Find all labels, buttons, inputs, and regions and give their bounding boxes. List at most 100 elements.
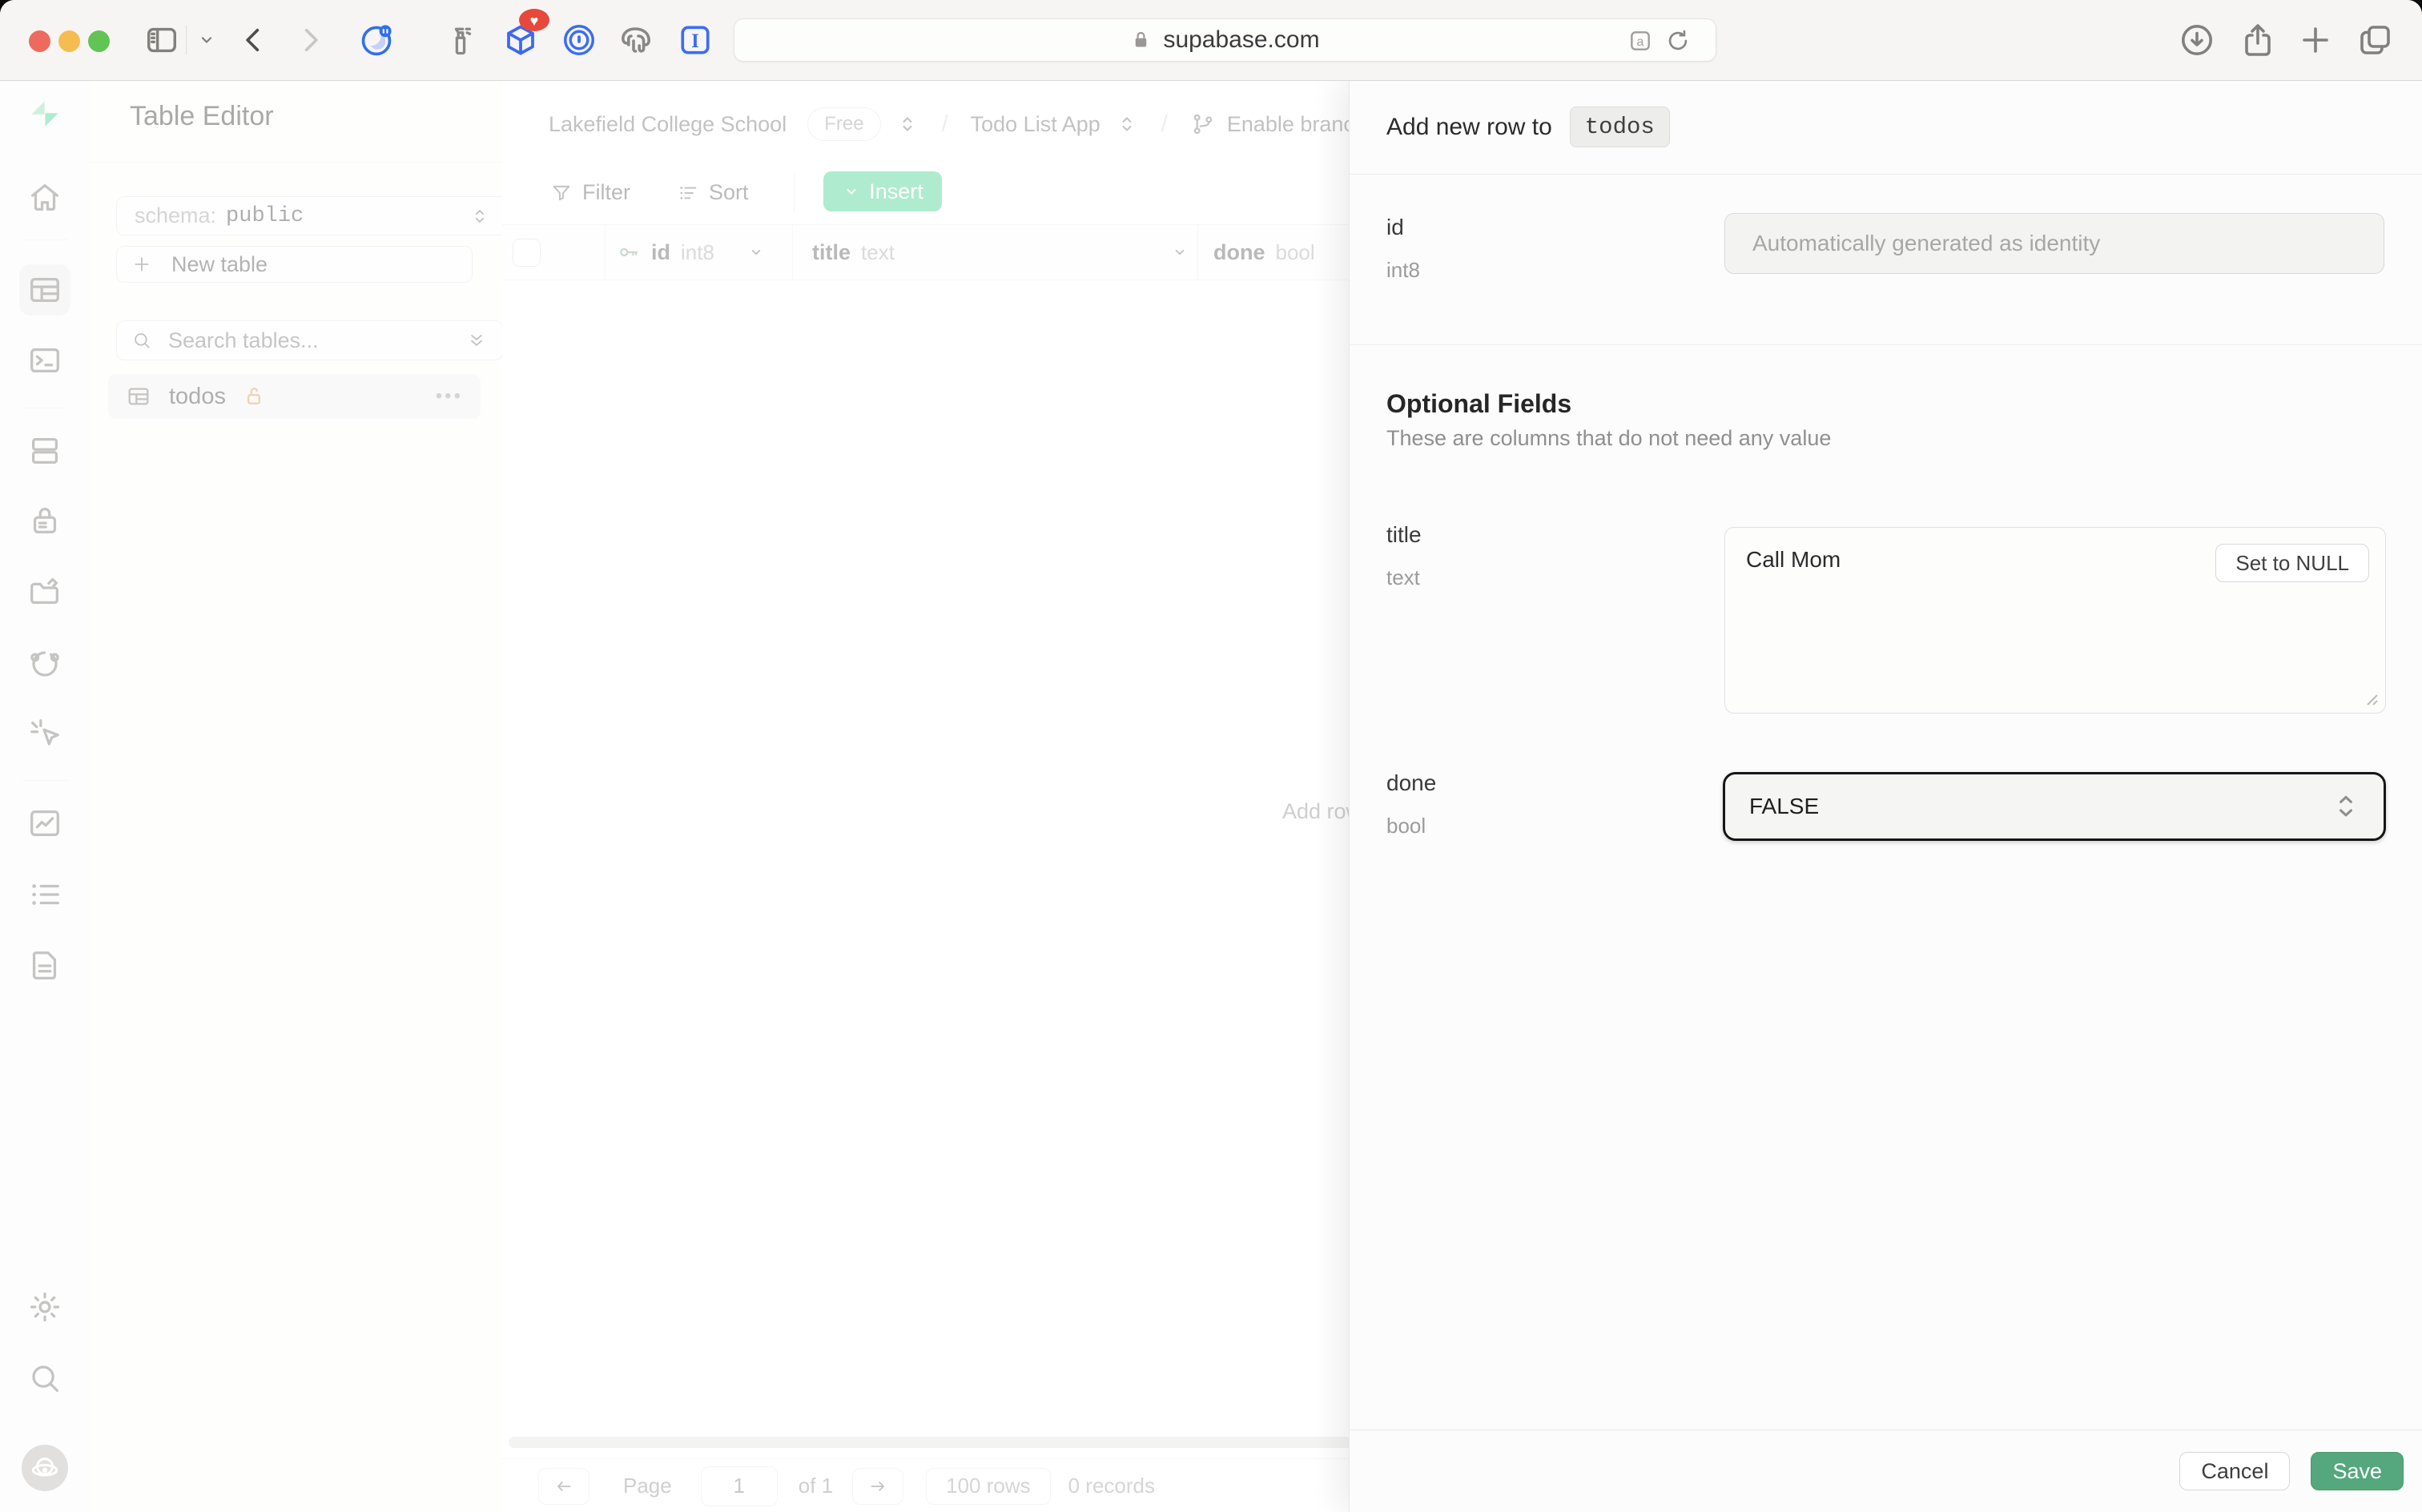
toolbar-divider bbox=[794, 173, 795, 211]
insert-label: Insert bbox=[869, 179, 923, 204]
chevrons-up-down-icon bbox=[469, 205, 491, 227]
drawer-section-divider bbox=[1350, 344, 2422, 345]
share-icon[interactable] bbox=[2239, 0, 2277, 80]
table-item-menu[interactable]: ••• bbox=[436, 385, 463, 408]
horizontal-scrollbar[interactable] bbox=[509, 1437, 1352, 1448]
drawer-footer: Cancel Save bbox=[1350, 1430, 2422, 1512]
plan-badge: Free bbox=[807, 107, 880, 141]
sidebar-toggle-icon[interactable] bbox=[143, 0, 180, 80]
instapaper-extension-icon[interactable]: I bbox=[677, 0, 714, 80]
title-textarea-wrap: Call Mom Set to NULL bbox=[1724, 527, 2386, 714]
table-editor-sidebar: Table Editor schema: public New table to… bbox=[90, 80, 503, 1512]
filter-button[interactable]: Filter bbox=[550, 180, 630, 205]
column-border bbox=[792, 225, 793, 279]
rows-per-page-button[interactable]: 100 rows bbox=[926, 1468, 1051, 1505]
address-bar[interactable]: supabase.com a bbox=[734, 18, 1716, 62]
nav-rail bbox=[0, 80, 91, 1512]
tab-overview-icon[interactable] bbox=[2356, 0, 2394, 80]
svg-text:a: a bbox=[1637, 35, 1644, 49]
zoom-window-button[interactable] bbox=[88, 30, 110, 52]
drawer-table-chip: todos bbox=[1570, 107, 1670, 147]
sidebar-item-storage[interactable] bbox=[26, 573, 64, 611]
sort-label: Sort bbox=[709, 180, 749, 205]
rail-divider bbox=[22, 239, 67, 240]
sort-button[interactable]: Sort bbox=[677, 180, 749, 205]
field-type-id: int8 bbox=[1386, 258, 1420, 283]
cancel-button[interactable]: Cancel bbox=[2179, 1452, 2290, 1490]
downloads-icon[interactable] bbox=[2178, 0, 2216, 80]
enable-branch-button[interactable]: Enable branch bbox=[1227, 112, 1366, 137]
breadcrumb-org[interactable]: Lakefield College School bbox=[549, 112, 787, 137]
cleaner-extension-icon[interactable] bbox=[443, 0, 478, 80]
package-heart-extension-icon[interactable]: ♥ bbox=[501, 0, 541, 80]
column-header-title[interactable]: title text bbox=[812, 225, 1190, 279]
field-type-title: text bbox=[1386, 565, 1420, 590]
sidebar-item-database[interactable] bbox=[26, 432, 64, 470]
sidebar-item-sql-editor[interactable] bbox=[26, 341, 64, 380]
resize-handle-icon[interactable] bbox=[2361, 689, 2379, 706]
table-name: todos bbox=[169, 384, 226, 410]
add-row-drawer: Add new row to todos id int8 Optional Fi… bbox=[1349, 80, 2422, 1512]
optional-fields-heading: Optional Fields bbox=[1386, 389, 1571, 419]
moon-pause-extension-icon[interactable] bbox=[358, 0, 395, 80]
sidebar-item-api-docs[interactable] bbox=[26, 947, 64, 985]
sidebar-item-logs[interactable] bbox=[26, 875, 64, 914]
id-input[interactable] bbox=[1724, 213, 2384, 274]
column-header-done[interactable]: done bool bbox=[1213, 225, 1315, 279]
tab-group-chevron-icon[interactable] bbox=[195, 0, 219, 80]
minimize-window-button[interactable] bbox=[58, 30, 80, 52]
settings-gear-icon[interactable] bbox=[26, 1288, 64, 1326]
new-tab-icon[interactable] bbox=[2296, 0, 2335, 80]
drawer-title: Add new row to bbox=[1386, 114, 1552, 141]
elephant-extension-icon[interactable] bbox=[618, 0, 657, 80]
sidebar-item-home[interactable] bbox=[26, 179, 64, 217]
field-label-id: id bbox=[1386, 215, 1404, 240]
next-page-button[interactable] bbox=[852, 1468, 903, 1505]
search-tables-box[interactable] bbox=[116, 320, 503, 360]
table-list-item-todos[interactable]: todos ••• bbox=[108, 374, 481, 419]
sidebar-item-realtime[interactable] bbox=[26, 714, 64, 753]
page-label: Page bbox=[623, 1474, 672, 1498]
done-select[interactable]: FALSE bbox=[1723, 772, 2386, 841]
select-all-checkbox[interactable] bbox=[513, 239, 541, 267]
prev-page-button[interactable] bbox=[538, 1468, 589, 1505]
save-button[interactable]: Save bbox=[2311, 1452, 2404, 1490]
filter-label: Filter bbox=[582, 180, 630, 205]
close-window-button[interactable] bbox=[29, 30, 50, 52]
table-icon bbox=[126, 384, 151, 409]
sidebar-item-table-editor[interactable] bbox=[19, 264, 70, 316]
filter-icon bbox=[550, 182, 573, 204]
set-to-null-button[interactable]: Set to NULL bbox=[2215, 544, 2369, 582]
chevron-down-icon[interactable] bbox=[746, 242, 766, 263]
breadcrumb-project[interactable]: Todo List App bbox=[971, 112, 1100, 137]
insert-button[interactable]: Insert bbox=[823, 171, 942, 211]
sidebar-item-authentication[interactable] bbox=[26, 501, 64, 540]
reload-icon[interactable] bbox=[1664, 27, 1692, 54]
schema-select[interactable]: schema: public bbox=[116, 196, 509, 235]
search-tables-input[interactable] bbox=[167, 328, 410, 354]
search-icon[interactable] bbox=[26, 1359, 64, 1397]
onepassword-extension-icon[interactable] bbox=[561, 0, 597, 80]
column-header-id[interactable]: id int8 bbox=[617, 225, 766, 279]
svg-text:♥: ♥ bbox=[530, 13, 539, 29]
sidebar-item-edge-functions[interactable] bbox=[26, 644, 64, 682]
translate-icon[interactable]: a bbox=[1627, 28, 1653, 54]
breadcrumb-separator: / bbox=[942, 111, 948, 138]
forward-icon[interactable] bbox=[293, 0, 327, 80]
rls-unlocked-icon bbox=[242, 384, 266, 408]
back-icon[interactable] bbox=[237, 0, 271, 80]
optional-fields-subheading: These are columns that do not need any v… bbox=[1386, 426, 1831, 451]
user-avatar[interactable] bbox=[22, 1445, 68, 1491]
column-border bbox=[1197, 225, 1198, 279]
chevron-down-icon[interactable] bbox=[1169, 242, 1190, 263]
schema-label: schema: bbox=[135, 203, 216, 228]
chevrons-up-down-icon[interactable] bbox=[1115, 112, 1139, 136]
sidebar-item-reports[interactable] bbox=[26, 804, 64, 842]
drawer-header: Add new row to todos bbox=[1350, 80, 2422, 175]
new-table-button[interactable]: New table bbox=[116, 246, 473, 283]
page-number-input[interactable] bbox=[701, 1466, 778, 1506]
page-total: of 1 bbox=[799, 1474, 833, 1498]
arrow-left-icon bbox=[553, 1476, 574, 1497]
supabase-logo[interactable] bbox=[26, 94, 64, 133]
chevrons-up-down-icon[interactable] bbox=[895, 112, 919, 136]
